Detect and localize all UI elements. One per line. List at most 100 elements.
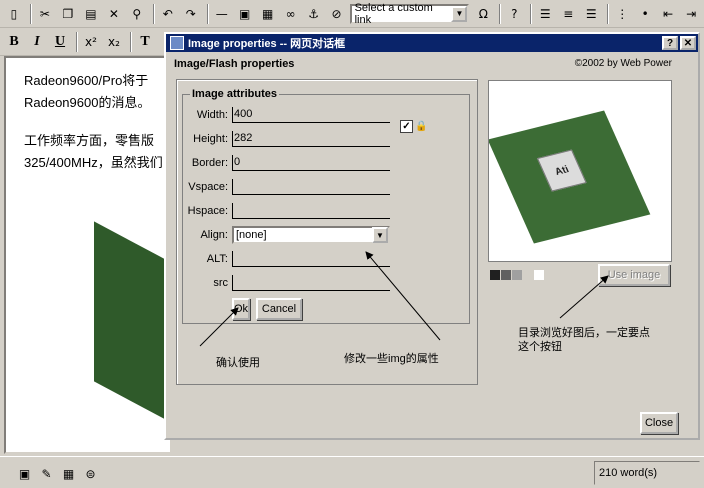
alt-label: ALT: [206,253,228,265]
image-attributes-legend: Image attributes [190,88,279,100]
toolbar-separator [530,3,533,24]
outdent-icon[interactable]: ⇤ [658,4,678,24]
ordered-list-icon[interactable]: ⋮ [612,4,632,24]
help-icon[interactable]: ? [504,4,524,24]
text-color-button[interactable]: T [135,32,155,52]
subscript-button[interactable]: x₂ [104,32,124,52]
copy-icon[interactable]: ❐ [58,4,78,24]
align-left-icon[interactable]: ☰ [535,4,555,24]
image-preview: Ati [488,80,672,262]
src-label: src [213,277,228,289]
editor-text-line: Radeon9600的消息。 [24,95,151,110]
custom-link-select[interactable]: Select a custom link ▼ [349,1,470,26]
lock-icon: 🔒 [415,121,428,132]
close-button[interactable]: Close [640,412,678,434]
vspace-label: Vspace: [188,181,228,193]
height-label: Height: [193,133,228,145]
indent-icon[interactable]: ⇥ [681,4,701,24]
height-input[interactable]: 282 [232,131,390,147]
find-icon[interactable]: ⚲ [127,4,147,24]
editor-text-line: 工作频率方面，零售版 [24,133,155,148]
unordered-list-icon[interactable]: • [635,4,655,24]
vspace-input[interactable] [232,179,390,195]
toolbar-separator [130,31,132,52]
format-toolbar: B I U x² x₂ T [0,28,170,56]
dialog-close-icon[interactable]: ✕ [680,36,696,50]
cancel-button[interactable]: Cancel [256,298,302,320]
link-icon[interactable]: ∞ [281,4,301,24]
annotation-modify-attrs: 修改一些img的属性 [344,353,439,365]
align-select-value: [none] [236,229,267,241]
custom-link-select-value: Select a custom link [354,1,433,26]
dialog-titlebar[interactable]: Image properties -- 网页对话框 ? ✕ [166,34,698,52]
anchor-icon[interactable]: ⚓ [304,4,324,24]
swatch-dark-gray[interactable] [501,270,511,280]
align-right-icon[interactable]: ☰ [581,4,601,24]
chevron-down-icon[interactable]: ▼ [451,5,468,22]
superscript-button[interactable]: x² [81,32,101,52]
vspace-row: Vspace: [186,178,390,196]
undo-icon[interactable]: ↶ [158,4,178,24]
use-image-button[interactable]: Use image [598,264,670,286]
align-center-icon[interactable]: ≡ [558,4,578,24]
omega-icon[interactable]: Ω [473,4,493,24]
source-view-icon[interactable]: ⊜ [82,465,99,482]
align-label: Align: [200,229,228,241]
horizontal-rule-icon[interactable]: — [212,4,232,24]
swatch-white[interactable] [534,270,544,280]
bold-button[interactable]: B [4,32,24,52]
toolbar-separator [499,3,502,24]
border-input[interactable]: 0 [232,155,390,171]
design-view-icon[interactable]: ▣ [16,465,33,482]
align-row: Align: [none] ▼ [186,226,390,244]
constrain-proportions-checkbox[interactable]: ✓ [400,120,413,133]
swatch-gray[interactable] [512,270,522,280]
editor-chip-image[interactable] [94,221,170,435]
annotation-after-browse-2: 这个按钮 [518,341,562,353]
toolbar-separator [206,3,209,24]
unlink-icon[interactable]: ⊘ [327,4,347,24]
editor-text-line: 325/400MHz，虽然我们 [24,155,163,170]
toolbar-separator [152,3,155,24]
main-toolbar: ▯ ✂ ❐ ▤ ✕ ⚲ ↶ ↷ — ▣ ▦ ∞ ⚓ ⊘ Select a cus… [0,0,704,28]
alt-row: ALT: [186,250,390,268]
annotation-confirm-use: 确认使用 [216,357,260,369]
insert-image-icon[interactable]: ▣ [235,4,255,24]
editor-text-line: Radeon9600/Pro将于 [24,73,149,88]
image-properties-dialog: Image properties -- 网页对话框 ? ✕ Image/Flas… [164,32,700,440]
preview-icon[interactable]: ▦ [60,465,77,482]
swatch-light-gray[interactable] [523,270,533,280]
italic-button[interactable]: I [27,32,47,52]
insert-page-icon[interactable]: ▦ [258,4,278,24]
editor-area[interactable]: Radeon9600/Pro将于 Radeon9600的消息。 工作频率方面，零… [4,56,172,454]
cut-icon[interactable]: ✂ [35,4,55,24]
new-document-icon[interactable]: ▯ [4,4,24,24]
redo-icon[interactable]: ↷ [181,4,201,24]
ok-button[interactable]: Ok [232,298,250,320]
dialog-title: Image properties -- 网页对话框 [188,38,346,50]
dialog-app-icon [170,36,184,50]
hspace-label: Hspace: [187,205,228,217]
toolbar-separator [29,3,32,24]
chip-image: Ati [489,110,651,244]
dialog-help-button[interactable]: ? [662,36,678,50]
paste-icon[interactable]: ▤ [81,4,101,24]
copyright-text: ©2002 by Web Power [574,58,672,69]
src-input[interactable] [232,275,390,291]
html-view-icon[interactable]: ✎ [38,465,55,482]
alt-input[interactable] [232,251,390,267]
chevron-down-icon[interactable]: ▼ [372,227,388,243]
align-select[interactable]: [none] ▼ [232,226,390,244]
background-swatches [490,270,545,280]
delete-icon[interactable]: ✕ [104,4,124,24]
swatch-black[interactable] [490,270,500,280]
status-bar: ▣ ✎ ▦ ⊜ 210 word(s) [0,456,704,488]
toolbar-separator [607,3,610,24]
height-row: Height: 282 [186,130,390,148]
hspace-input[interactable] [232,203,390,219]
src-row: src [186,274,390,292]
width-input[interactable]: 400 [232,107,390,123]
width-row: Width: 400 [186,106,390,124]
underline-button[interactable]: U [50,32,70,52]
width-label: Width: [196,109,228,121]
